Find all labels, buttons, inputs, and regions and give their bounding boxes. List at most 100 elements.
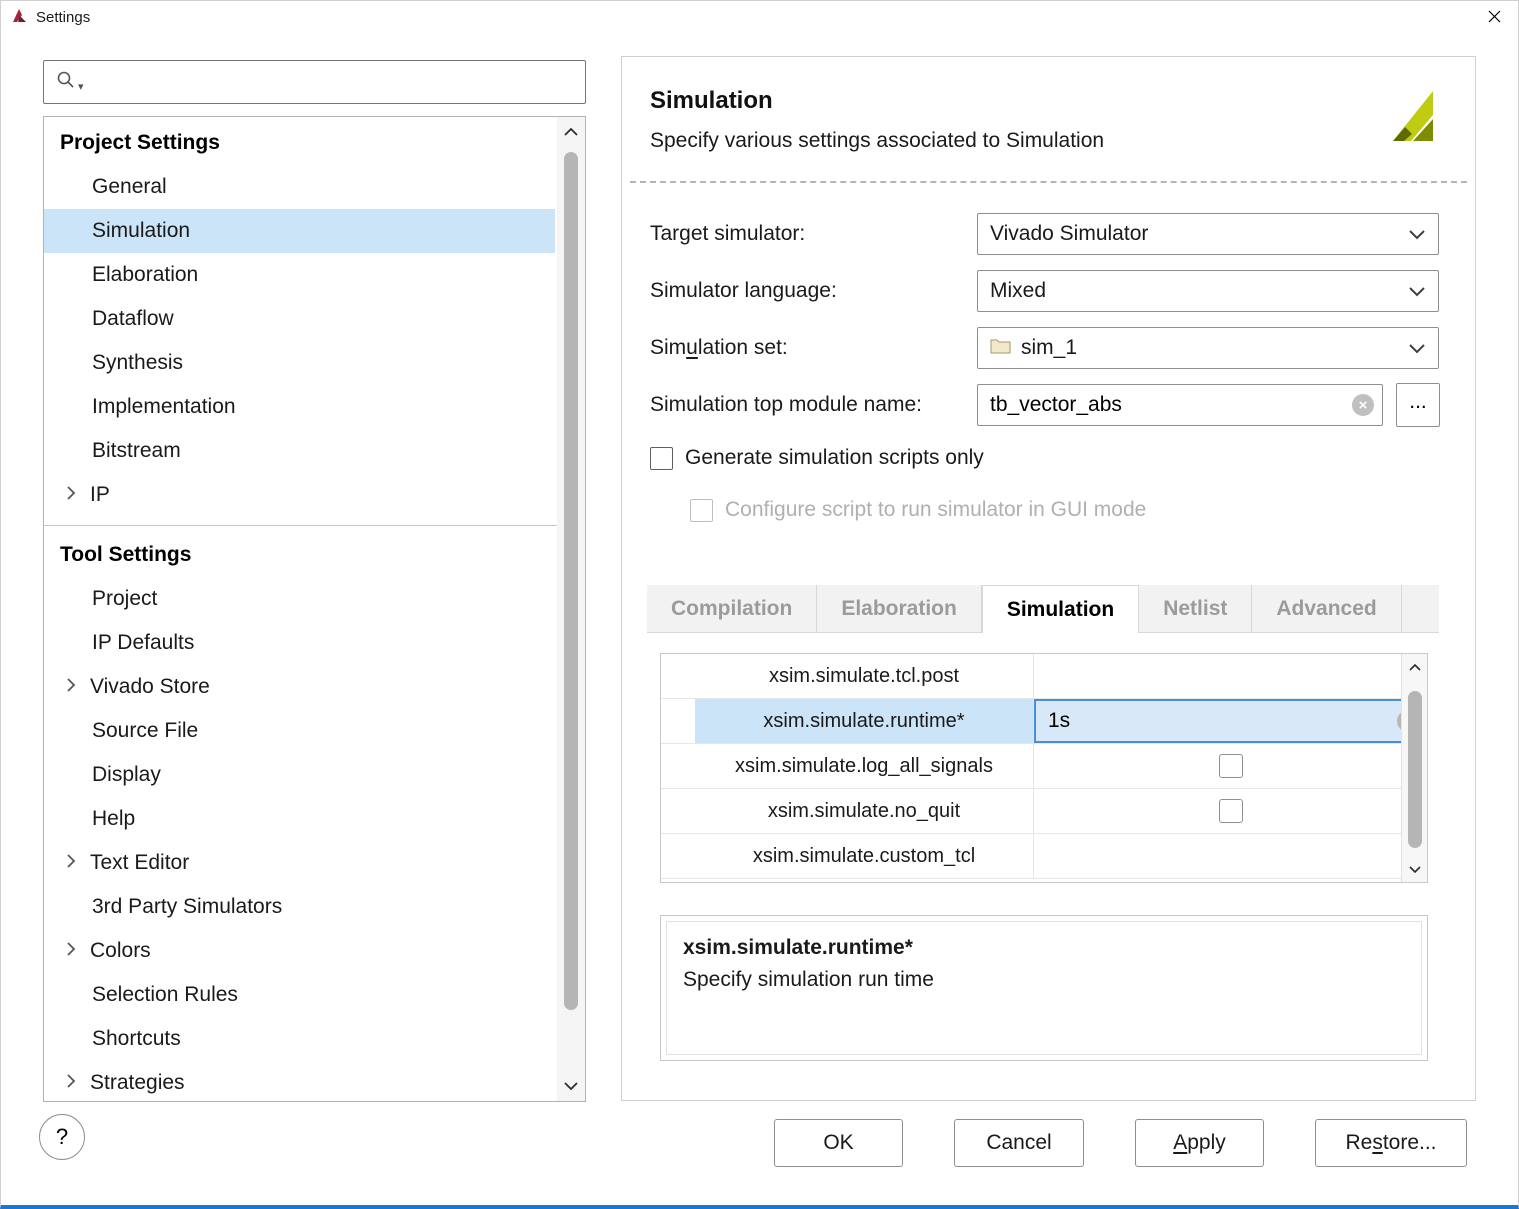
sidebar-item-bitstream[interactable]: Bitstream [44, 429, 555, 473]
dialog-buttons: OK Cancel Apply Restore... [1, 1119, 1467, 1167]
sidebar-item-text-editor[interactable]: Text Editor [44, 841, 555, 885]
target-simulator-select[interactable]: Vivado Simulator [977, 213, 1439, 255]
top-module-input[interactable] [978, 385, 1382, 425]
window-title: Settings [36, 9, 90, 26]
sidebar-item-implementation[interactable]: Implementation [44, 385, 555, 429]
chevron-down-icon[interactable] [1408, 286, 1426, 297]
sidebar-item-selection-rules[interactable]: Selection Rules [44, 973, 555, 1017]
sidebar-item-3rd-party-simulators[interactable]: 3rd Party Simulators [44, 885, 555, 929]
chevron-right-icon[interactable] [66, 1071, 76, 1095]
simulation-params-table: xsim.simulate.tcl.post xsim.simulate.run… [660, 653, 1428, 883]
sidebar-item-elaboration[interactable]: Elaboration [44, 253, 555, 297]
param-name[interactable]: xsim.simulate.log_all_signals [695, 744, 1033, 788]
chevron-down-icon[interactable] [1408, 229, 1426, 240]
param-name[interactable]: xsim.simulate.no_quit [695, 789, 1033, 833]
gui-mode-label: Configure script to run simulator in GUI… [725, 498, 1146, 522]
sidebar-item-colors[interactable]: Colors [44, 929, 555, 973]
sidebar-section-project-settings[interactable]: Project Settings [44, 121, 555, 165]
generate-scripts-checkbox[interactable] [650, 447, 673, 470]
sidebar-item-ip[interactable]: IP [44, 473, 555, 517]
sidebar-item-strategies[interactable]: Strategies [44, 1061, 555, 1102]
table-row: xsim.simulate.tcl.post [661, 654, 1427, 699]
header-separator [630, 181, 1467, 183]
sidebar-item-vivado-store[interactable]: Vivado Store [44, 665, 555, 709]
simulation-set-label: Simulation set: [650, 336, 977, 360]
param-value [1033, 789, 1427, 833]
tab-simulation[interactable]: Simulation [982, 585, 1139, 633]
folder-icon [990, 336, 1011, 360]
sidebar-item-synthesis[interactable]: Synthesis [44, 341, 555, 385]
page-title: Simulation [650, 87, 773, 115]
tab-compilation[interactable]: Compilation [647, 585, 817, 632]
table-row: xsim.simulate.custom_tcl [661, 834, 1427, 879]
param-value [1033, 744, 1427, 788]
chevron-right-icon[interactable] [66, 675, 76, 699]
page-subtitle: Specify various settings associated to S… [650, 129, 1104, 153]
row-gutter [661, 654, 695, 698]
sidebar-item-display[interactable]: Display [44, 753, 555, 797]
search-input[interactable] [87, 71, 573, 94]
scrollbar-thumb[interactable] [1408, 691, 1422, 848]
simulator-language-value: Mixed [990, 279, 1046, 303]
scroll-down-icon[interactable] [1402, 856, 1428, 882]
param-name[interactable]: xsim.simulate.tcl.post [695, 654, 1033, 698]
param-name[interactable]: xsim.simulate.runtime* [695, 699, 1033, 743]
tab-elaboration[interactable]: Elaboration [817, 585, 982, 632]
sidebar-item-shortcuts[interactable]: Shortcuts [44, 1017, 555, 1061]
table-row: xsim.simulate.log_all_signals [661, 744, 1427, 789]
sidebar-item-ip-defaults[interactable]: IP Defaults [44, 621, 555, 665]
apply-button[interactable]: Apply [1135, 1119, 1264, 1167]
app-logo-icon [11, 7, 28, 28]
scroll-up-icon[interactable] [1402, 654, 1428, 680]
search-icon [56, 70, 75, 94]
chevron-right-icon[interactable] [66, 851, 76, 875]
sidebar-search: ▾ [43, 60, 586, 104]
close-icon[interactable] [1471, 1, 1517, 32]
row-gutter [661, 834, 695, 878]
scrollbar-thumb[interactable] [564, 152, 578, 1010]
search-options-caret-icon[interactable]: ▾ [78, 80, 84, 93]
scroll-up-icon[interactable] [557, 117, 585, 147]
tree-section-divider [44, 525, 557, 526]
sidebar-item-project[interactable]: Project [44, 577, 555, 621]
runtime-editor: × [1034, 699, 1427, 743]
log-all-signals-checkbox[interactable] [1219, 754, 1243, 778]
simulation-set-value: sim_1 [1021, 336, 1077, 360]
tree-scrollbar[interactable] [557, 117, 585, 1101]
target-simulator-value: Vivado Simulator [990, 222, 1148, 246]
simulation-settings-panel: Simulation Specify various settings asso… [621, 56, 1476, 1101]
clear-icon[interactable]: × [1352, 394, 1374, 416]
sidebar-item-source-file[interactable]: Source File [44, 709, 555, 753]
generate-scripts-label: Generate simulation scripts only [685, 446, 984, 470]
restore-button[interactable]: Restore... [1315, 1119, 1467, 1167]
table-row: xsim.simulate.no_quit [661, 789, 1427, 834]
cancel-button[interactable]: Cancel [954, 1119, 1084, 1167]
tab-netlist[interactable]: Netlist [1139, 585, 1252, 632]
chevron-down-icon[interactable] [1408, 343, 1426, 354]
sidebar-item-general[interactable]: General [44, 165, 555, 209]
param-value[interactable] [1033, 834, 1427, 878]
simulator-language-select[interactable]: Mixed [977, 270, 1439, 312]
chevron-right-icon[interactable] [66, 939, 76, 963]
no-quit-checkbox[interactable] [1219, 799, 1243, 823]
sidebar-item-simulation[interactable]: Simulation [44, 209, 555, 253]
top-module-label: Simulation top module name: [650, 393, 977, 417]
param-value[interactable] [1033, 654, 1427, 698]
target-simulator-label: Target simulator: [650, 222, 977, 246]
generate-scripts-row: Generate simulation scripts only [650, 445, 984, 471]
runtime-input[interactable] [1036, 709, 1425, 733]
xilinx-logo [1385, 85, 1447, 152]
ok-button[interactable]: OK [774, 1119, 903, 1167]
scroll-down-icon[interactable] [557, 1071, 585, 1101]
table-scrollbar[interactable] [1401, 654, 1427, 882]
sidebar-item-dataflow[interactable]: Dataflow [44, 297, 555, 341]
top-module-field-wrap: × [977, 384, 1383, 426]
sidebar-item-help[interactable]: Help [44, 797, 555, 841]
sidebar-section-tool-settings[interactable]: Tool Settings [44, 533, 555, 577]
browse-button[interactable]: ... [1396, 383, 1440, 427]
chevron-right-icon[interactable] [66, 483, 76, 507]
param-name[interactable]: xsim.simulate.custom_tcl [695, 834, 1033, 878]
target-simulator-row: Target simulator: Vivado Simulator [650, 213, 1439, 255]
tab-advanced[interactable]: Advanced [1252, 585, 1401, 632]
simulation-set-select[interactable]: sim_1 [977, 327, 1439, 369]
